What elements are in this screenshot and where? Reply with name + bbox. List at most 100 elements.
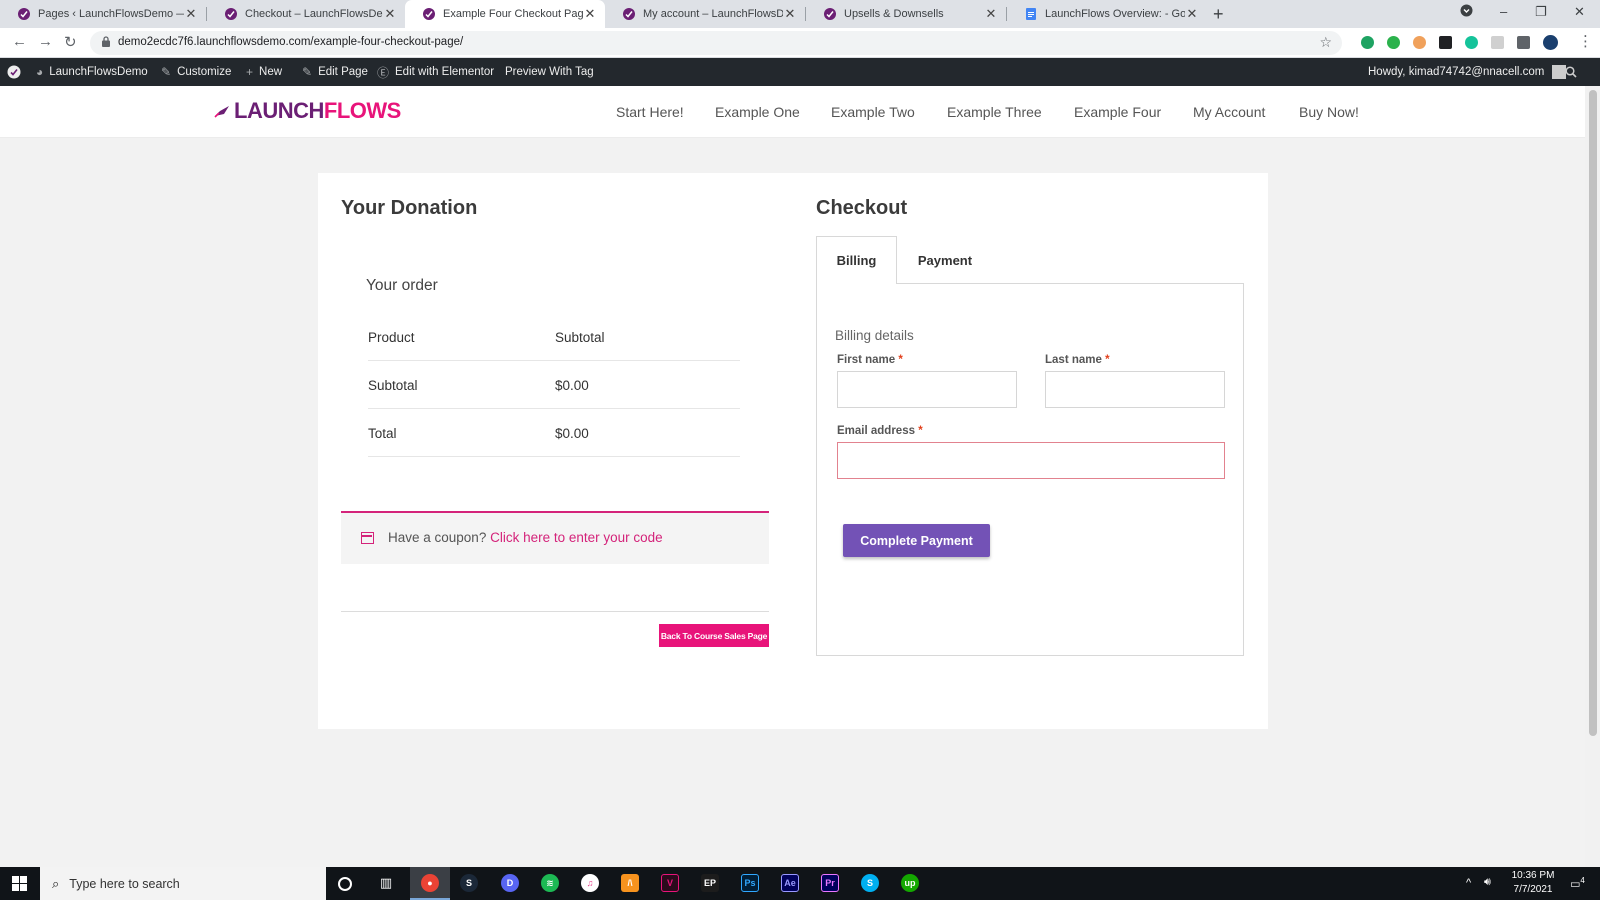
grammarly-icon[interactable] xyxy=(1465,36,1478,49)
row-label: Subtotal xyxy=(368,378,418,393)
extensions-puzzle-icon[interactable] xyxy=(1517,36,1530,49)
admin-bar-site-name[interactable]: ◕ LaunchFlowsDemo xyxy=(36,58,148,86)
notification-center-icon[interactable]: ▭4 xyxy=(1570,876,1585,891)
admin-bar-edit-page[interactable]: ✎ Edit Page xyxy=(302,58,368,86)
tab-search-icon[interactable] xyxy=(1460,4,1473,20)
close-tab-icon[interactable]: ✕ xyxy=(583,6,597,22)
nav-start-here[interactable]: Start Here! xyxy=(616,104,684,120)
photoshop-icon[interactable]: Ps xyxy=(741,874,759,892)
extension-orange-icon[interactable] xyxy=(1413,36,1426,49)
close-tab-icon[interactable]: ✕ xyxy=(383,6,397,22)
tab-payment[interactable]: Payment xyxy=(897,236,993,284)
extension-download-icon[interactable] xyxy=(1387,36,1400,49)
wordpress-logo-icon[interactable] xyxy=(7,58,21,86)
forward-arrow-icon[interactable]: → xyxy=(38,33,53,50)
complete-payment-button[interactable]: Complete Payment xyxy=(843,524,990,557)
lock-icon xyxy=(102,36,110,47)
close-tab-icon[interactable]: ✕ xyxy=(1185,6,1199,22)
admin-bar-new[interactable]: + New xyxy=(246,58,282,86)
back-to-course-button[interactable]: Back To Course Sales Page xyxy=(659,624,769,647)
skype-icon[interactable]: S xyxy=(861,874,879,892)
discord-icon[interactable]: D xyxy=(501,874,519,892)
nav-example-two[interactable]: Example Two xyxy=(831,104,915,120)
address-bar[interactable]: demo2ecdc7f6.launchflowsdemo.com/example… xyxy=(90,31,1342,55)
back-arrow-icon[interactable]: ← xyxy=(12,33,27,50)
chrome-icon[interactable]: ● xyxy=(421,874,439,892)
extension-dark-icon[interactable] xyxy=(1439,36,1452,49)
admin-bar-customize[interactable]: ✎ Customize xyxy=(161,58,231,86)
browser-tab-checkout[interactable]: Checkout – LaunchFlowsDemo ✕ xyxy=(207,0,405,28)
upwork-icon[interactable]: up xyxy=(901,874,919,892)
launchflows-favicon-icon xyxy=(623,8,635,20)
coupon-text: Have a coupon? xyxy=(388,530,487,545)
browser-menu-icon[interactable]: ⋮ xyxy=(1578,32,1593,50)
close-window-icon[interactable]: ✕ xyxy=(1574,4,1585,20)
col-subtotal: Subtotal xyxy=(555,330,605,345)
close-tab-icon[interactable]: ✕ xyxy=(184,6,198,22)
nav-my-account[interactable]: My Account xyxy=(1193,104,1265,120)
paintbrush-icon: ✎ xyxy=(161,65,172,79)
extension-shield-icon[interactable] xyxy=(1491,36,1504,49)
volume-icon[interactable]: 🔊︎ xyxy=(1484,876,1491,889)
windows-start-icon[interactable] xyxy=(12,876,27,891)
admin-bar-howdy[interactable]: Howdy, kimad74742@nnacell.com xyxy=(1368,58,1567,86)
coupon-link[interactable]: Click here to enter your code xyxy=(490,530,663,545)
tray-overflow-icon[interactable]: ^ xyxy=(1466,877,1471,889)
premiere-icon[interactable]: Pr xyxy=(821,874,839,892)
nav-buy-now[interactable]: Buy Now! xyxy=(1299,104,1359,120)
page-scrollbar[interactable] xyxy=(1585,86,1600,867)
email-label: Email address * xyxy=(837,425,923,437)
admin-search-icon[interactable] xyxy=(1565,58,1577,86)
billing-panel: Billing details First name * Last name *… xyxy=(816,283,1244,656)
profile-avatar[interactable] xyxy=(1543,35,1558,50)
first-name-input[interactable] xyxy=(837,371,1017,408)
scrollbar-thumb[interactable] xyxy=(1589,90,1597,736)
browser-tab-my-account[interactable]: My account – LaunchFlowsDemo ✕ xyxy=(605,0,805,28)
browser-tab-example-four[interactable]: Example Four Checkout Page – L ✕ xyxy=(405,0,605,28)
admin-bar-preview-tag[interactable]: Preview With Tag xyxy=(505,58,594,86)
restore-icon[interactable]: ❐ xyxy=(1535,4,1547,20)
nav-example-one[interactable]: Example One xyxy=(715,104,800,120)
cortana-icon[interactable] xyxy=(338,877,352,891)
close-tab-icon[interactable]: ✕ xyxy=(783,6,797,22)
search-icon: ⌕ xyxy=(52,875,60,891)
admin-bar-edit-elementor[interactable]: Ⓔ Edit with Elementor xyxy=(377,58,494,86)
clock-time: 10:36 PM xyxy=(1511,870,1555,881)
tab-billing[interactable]: Billing xyxy=(816,236,897,284)
notification-count: 4 xyxy=(1580,876,1585,885)
checkout-card: Your Donation Your order Product Subtota… xyxy=(318,173,1268,729)
reload-icon[interactable]: ↻ xyxy=(64,33,77,51)
launchflows-favicon-icon xyxy=(18,8,30,20)
plus-icon: + xyxy=(246,65,254,79)
taskbar-clock[interactable]: 10:36 PM 7/7/2021 xyxy=(1506,870,1560,895)
task-view-icon[interactable]: ▥ xyxy=(377,874,395,892)
app-orange-icon[interactable]: /\ xyxy=(621,874,639,892)
epic-games-icon[interactable]: EP xyxy=(701,874,719,892)
rocket-logo-icon xyxy=(214,106,229,118)
browser-tab-upsells[interactable]: Upsells & Downsells ✕ xyxy=(806,0,1006,28)
close-tab-icon[interactable]: ✕ xyxy=(984,6,998,22)
extension-green-icon[interactable] xyxy=(1361,36,1374,49)
donation-title: Your Donation xyxy=(341,197,478,219)
itunes-icon[interactable]: ♫ xyxy=(581,874,599,892)
windows-taskbar: ⌕ Type here to search ▥ ● S D ≋ ♫ /\ V E… xyxy=(0,867,1600,900)
taskbar-search-box[interactable]: ⌕ Type here to search xyxy=(40,867,326,900)
browser-tab-google-docs[interactable]: LaunchFlows Overview: - Google ✕ xyxy=(1007,0,1207,28)
browser-tab-pages[interactable]: Pages ‹ LaunchFlowsDemo — Yo ✕ xyxy=(0,0,206,28)
spotify-icon[interactable]: ≋ xyxy=(541,874,559,892)
clock-date: 7/7/2021 xyxy=(1513,884,1553,895)
launchflows-logo[interactable]: LAUNCH FLOWS xyxy=(214,98,401,124)
your-order-heading: Your order xyxy=(366,277,438,294)
divider xyxy=(341,611,769,612)
nav-example-four[interactable]: Example Four xyxy=(1074,104,1161,120)
order-table-header: Product Subtotal xyxy=(368,313,740,361)
nav-example-three[interactable]: Example Three xyxy=(947,104,1042,120)
steam-icon[interactable]: S xyxy=(460,874,478,892)
after-effects-icon[interactable]: Ae xyxy=(781,874,799,892)
email-input[interactable] xyxy=(837,442,1225,479)
minimize-icon[interactable]: – xyxy=(1500,4,1507,19)
vegas-icon[interactable]: V xyxy=(661,874,679,892)
new-tab-icon[interactable]: + xyxy=(1213,4,1224,25)
bookmark-star-icon[interactable]: ☆ xyxy=(1319,34,1332,51)
last-name-input[interactable] xyxy=(1045,371,1225,408)
